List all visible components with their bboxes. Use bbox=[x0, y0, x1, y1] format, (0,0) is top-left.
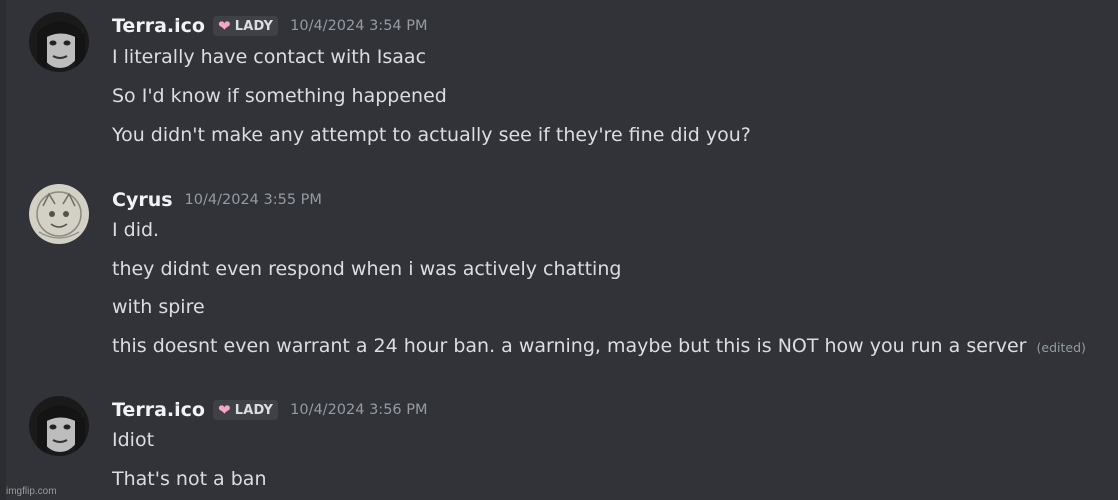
message-text: with spire bbox=[112, 296, 205, 318]
timestamp[interactable]: 10/4/2024 3:54 PM bbox=[290, 18, 427, 34]
message-text: I literally have contact with Isaac bbox=[112, 46, 427, 68]
message-text-edited: this doesnt even warrant a 24 hour ban. … bbox=[112, 335, 1086, 357]
heart-icon: ❤ bbox=[217, 400, 231, 419]
timestamp[interactable]: 10/4/2024 3:56 PM bbox=[290, 402, 427, 418]
message-text: they didnt even respond when i was activ… bbox=[112, 258, 622, 280]
avatar-terra-image bbox=[29, 12, 89, 72]
timestamp[interactable]: 10/4/2024 3:55 PM bbox=[185, 192, 322, 208]
heart-icon: ❤ bbox=[217, 16, 231, 35]
avatar[interactable] bbox=[29, 396, 89, 456]
avatar[interactable] bbox=[29, 184, 89, 244]
role-tag-label: LADY bbox=[234, 18, 274, 34]
message-text: Idiot bbox=[112, 429, 155, 451]
role-tag[interactable]: ❤ LADY bbox=[212, 400, 279, 420]
watermark: imgflip.com bbox=[6, 486, 57, 497]
username[interactable]: Terra.ico bbox=[112, 399, 205, 421]
avatar-cyrus-image bbox=[29, 184, 89, 244]
message-header: Terra.ico ❤ LADY 10/4/2024 3:56 PM bbox=[112, 397, 428, 423]
message-text: That's not a ban bbox=[112, 468, 267, 490]
username[interactable]: Cyrus bbox=[112, 189, 173, 211]
message-header: Terra.ico ❤ LADY 10/4/2024 3:54 PM bbox=[112, 13, 428, 39]
message-text: You didn't make any attempt to actually … bbox=[112, 124, 751, 146]
edited-label: (edited) bbox=[1036, 340, 1086, 355]
role-tag-label: LADY bbox=[234, 402, 274, 418]
message-text: this doesnt even warrant a 24 hour ban. … bbox=[112, 335, 1027, 357]
username[interactable]: Terra.ico bbox=[112, 15, 205, 37]
avatar-terra-image bbox=[29, 396, 89, 456]
message-text: I did. bbox=[112, 219, 160, 241]
message-header: Cyrus 10/4/2024 3:55 PM bbox=[112, 187, 322, 213]
chat-left-edge bbox=[0, 0, 6, 500]
avatar[interactable] bbox=[29, 12, 89, 72]
message-text: So I'd know if something happened bbox=[112, 85, 447, 107]
role-tag[interactable]: ❤ LADY bbox=[212, 16, 279, 36]
chat-view: Terra.ico ❤ LADY 10/4/2024 3:54 PM I lit… bbox=[0, 0, 1118, 500]
